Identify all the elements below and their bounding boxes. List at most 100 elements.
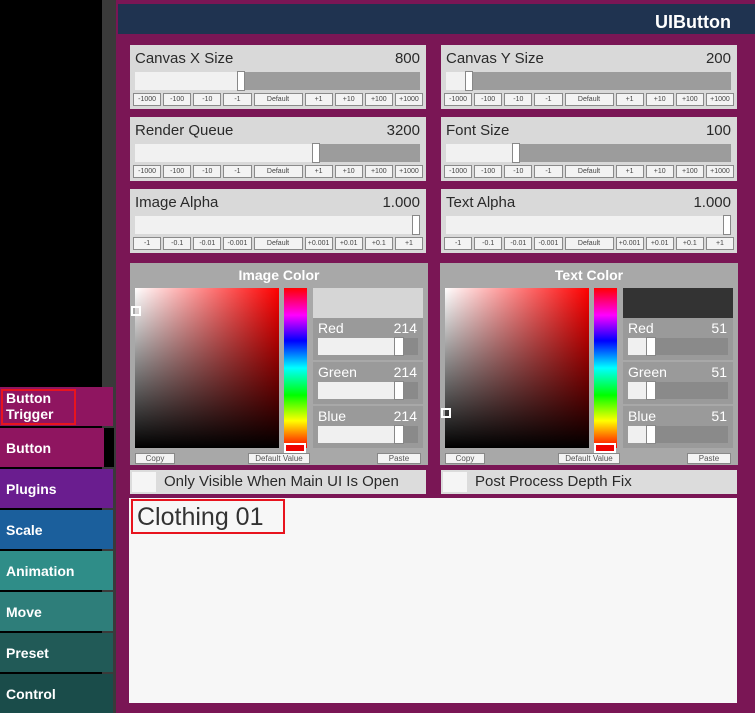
channel-track[interactable] bbox=[318, 425, 418, 444]
channel-handle[interactable] bbox=[394, 425, 404, 444]
nav-item-preset[interactable]: Preset bbox=[0, 633, 113, 672]
step-button[interactable]: -0.1 bbox=[474, 237, 503, 250]
step-button[interactable]: +1000 bbox=[705, 165, 735, 178]
step-button[interactable]: +1000 bbox=[394, 93, 424, 106]
step-button[interactable]: -1 bbox=[133, 237, 162, 250]
step-button[interactable]: +1 bbox=[304, 93, 333, 106]
channel-handle[interactable] bbox=[646, 381, 656, 400]
slider-handle[interactable] bbox=[723, 215, 731, 235]
step-button[interactable]: -1000 bbox=[133, 165, 162, 178]
step-button[interactable]: +1 bbox=[394, 237, 424, 250]
step-button[interactable]: -100 bbox=[474, 93, 503, 106]
nav-item-control[interactable]: Control bbox=[0, 674, 113, 713]
step-button[interactable]: -10 bbox=[193, 93, 222, 106]
slider-track[interactable] bbox=[135, 71, 420, 91]
step-button[interactable]: +1 bbox=[615, 165, 644, 178]
step-button[interactable]: Default bbox=[564, 165, 614, 178]
checkbox[interactable] bbox=[132, 472, 156, 492]
step-button[interactable]: -0.01 bbox=[504, 237, 533, 250]
paste-button[interactable]: Paste bbox=[377, 453, 421, 464]
slider-track[interactable] bbox=[135, 143, 420, 163]
slider-handle[interactable] bbox=[512, 143, 520, 163]
channel-track[interactable] bbox=[318, 337, 418, 356]
step-button[interactable]: -100 bbox=[163, 165, 192, 178]
hue-handle[interactable] bbox=[594, 443, 616, 453]
step-button[interactable]: +10 bbox=[645, 93, 674, 106]
step-button[interactable]: +1000 bbox=[394, 165, 424, 178]
step-button[interactable]: +10 bbox=[334, 93, 363, 106]
step-button[interactable]: -0.001 bbox=[534, 237, 563, 250]
step-button[interactable]: -0.001 bbox=[223, 237, 252, 250]
default-value-button[interactable]: Default Value bbox=[558, 453, 620, 464]
channel-track[interactable] bbox=[318, 381, 418, 400]
slider-handle[interactable] bbox=[237, 71, 245, 91]
channel-handle[interactable] bbox=[394, 381, 404, 400]
channel-track[interactable] bbox=[628, 425, 728, 444]
nav-item-plugins[interactable]: Plugins bbox=[0, 469, 113, 508]
step-button[interactable]: -1 bbox=[534, 165, 563, 178]
toggle-only-visible[interactable]: Only Visible When Main UI Is Open bbox=[130, 470, 426, 494]
step-button[interactable]: -100 bbox=[474, 165, 503, 178]
step-button[interactable]: Default bbox=[564, 237, 614, 250]
step-button[interactable]: -10 bbox=[504, 165, 533, 178]
nav-item-button[interactable]: Button bbox=[0, 428, 113, 467]
step-button[interactable]: +0.01 bbox=[334, 237, 363, 250]
copy-button[interactable]: Copy bbox=[135, 453, 175, 464]
channel-track[interactable] bbox=[628, 381, 728, 400]
paste-button[interactable]: Paste bbox=[687, 453, 731, 464]
nav-item-scale[interactable]: Scale bbox=[0, 510, 113, 549]
slider-track[interactable] bbox=[135, 215, 420, 235]
step-button[interactable]: +10 bbox=[334, 165, 363, 178]
saturation-value-field[interactable] bbox=[131, 288, 279, 448]
step-button[interactable]: -1000 bbox=[444, 93, 473, 106]
step-button[interactable]: +1 bbox=[304, 165, 333, 178]
step-button[interactable]: -0.01 bbox=[193, 237, 222, 250]
step-button[interactable]: +100 bbox=[675, 165, 704, 178]
step-button[interactable]: -1000 bbox=[444, 165, 473, 178]
step-button[interactable]: +1 bbox=[705, 237, 735, 250]
step-button[interactable]: +1 bbox=[615, 93, 644, 106]
step-button[interactable]: -100 bbox=[163, 93, 192, 106]
toggle-post-process-depth-fix[interactable]: Post Process Depth Fix bbox=[441, 470, 737, 494]
slider-track[interactable] bbox=[446, 215, 731, 235]
step-button[interactable]: +0.1 bbox=[675, 237, 704, 250]
step-button[interactable]: -1 bbox=[223, 165, 252, 178]
step-button[interactable]: -1 bbox=[223, 93, 252, 106]
step-button[interactable]: -10 bbox=[504, 93, 533, 106]
step-button[interactable]: -10 bbox=[193, 165, 222, 178]
step-button[interactable]: -0.1 bbox=[163, 237, 192, 250]
step-button[interactable]: Default bbox=[253, 165, 303, 178]
step-button[interactable]: +100 bbox=[675, 93, 704, 106]
step-button[interactable]: +1000 bbox=[705, 93, 735, 106]
copy-button[interactable]: Copy bbox=[445, 453, 485, 464]
slider-handle[interactable] bbox=[412, 215, 420, 235]
channel-handle[interactable] bbox=[394, 337, 404, 356]
step-button[interactable]: -1 bbox=[534, 93, 563, 106]
nav-item-animation[interactable]: Animation bbox=[0, 551, 113, 590]
step-button[interactable]: +0.001 bbox=[304, 237, 333, 250]
hue-slider[interactable] bbox=[594, 288, 617, 448]
slider-track[interactable] bbox=[446, 71, 731, 91]
hue-handle[interactable] bbox=[284, 443, 306, 453]
step-button[interactable]: +0.1 bbox=[364, 237, 393, 250]
hue-slider[interactable] bbox=[284, 288, 307, 448]
sv-marker[interactable] bbox=[131, 306, 141, 316]
checkbox[interactable] bbox=[443, 472, 467, 492]
channel-track[interactable] bbox=[628, 337, 728, 356]
step-button[interactable]: +0.001 bbox=[615, 237, 644, 250]
slider-handle[interactable] bbox=[465, 71, 473, 91]
step-button[interactable]: -1 bbox=[444, 237, 473, 250]
nav-item-move[interactable]: Move bbox=[0, 592, 113, 631]
default-value-button[interactable]: Default Value bbox=[248, 453, 310, 464]
slider-handle[interactable] bbox=[312, 143, 320, 163]
step-button[interactable]: Default bbox=[253, 237, 303, 250]
step-button[interactable]: -1000 bbox=[133, 93, 162, 106]
step-button[interactable]: Default bbox=[253, 93, 303, 106]
step-button[interactable]: +10 bbox=[645, 165, 674, 178]
step-button[interactable]: +100 bbox=[364, 93, 393, 106]
step-button[interactable]: Default bbox=[564, 93, 614, 106]
slider-track[interactable] bbox=[446, 143, 731, 163]
channel-handle[interactable] bbox=[646, 425, 656, 444]
step-button[interactable]: +100 bbox=[364, 165, 393, 178]
saturation-value-field[interactable] bbox=[441, 288, 589, 448]
